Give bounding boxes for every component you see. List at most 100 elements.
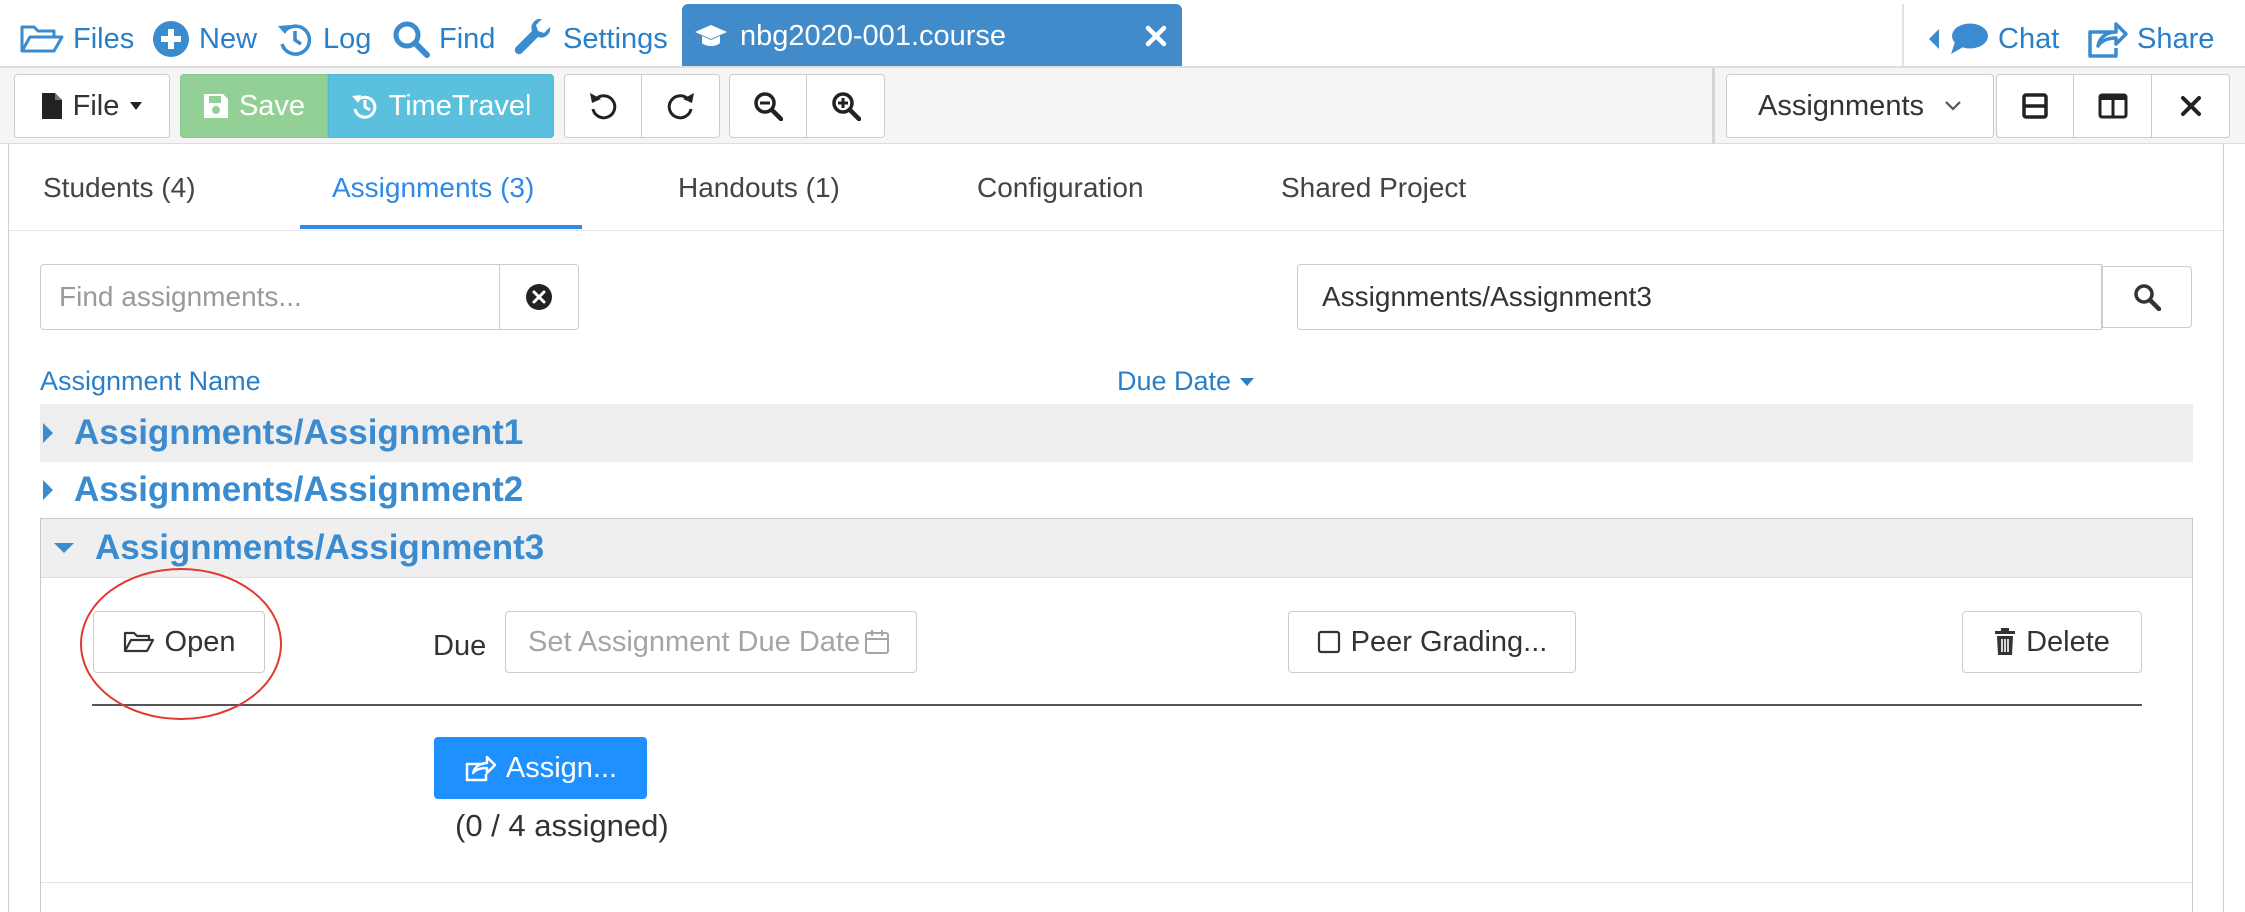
- due-date-input[interactable]: Set Assignment Due Date: [505, 611, 917, 673]
- nav-chat[interactable]: Chat: [1928, 14, 2059, 64]
- wrench-icon: [514, 19, 554, 59]
- nav-log-label: Log: [323, 22, 372, 55]
- tab-students[interactable]: Students (4): [43, 145, 196, 231]
- nav-divider: [1902, 4, 1904, 66]
- zoom-out-button[interactable]: [729, 74, 807, 138]
- assignment-row[interactable]: Assignments/Assignment1: [40, 404, 2193, 462]
- assignment-name: Assignments/Assignment1: [74, 413, 524, 452]
- nav-log[interactable]: Log: [276, 14, 371, 64]
- course-tabs: Students (4) Assignments (3) Handouts (1…: [9, 145, 2223, 231]
- open-button[interactable]: Open: [93, 611, 265, 673]
- sort-by-due-date-header[interactable]: Due Date: [1117, 366, 1255, 397]
- active-tab-indicator: [300, 225, 582, 229]
- assignment-name: Assignments/Assignment3: [95, 528, 545, 567]
- toolbar: File Save TimeTravel Assignments: [0, 68, 2245, 144]
- undo-button[interactable]: [564, 74, 642, 138]
- close-frame-button[interactable]: [2152, 74, 2230, 138]
- zoom-in-icon: [831, 91, 861, 121]
- top-nav: Files New Log Find Settings nbg2020-001.…: [0, 0, 2245, 68]
- delete-button-label: Delete: [2026, 625, 2110, 658]
- split-vertical-icon: [2098, 93, 2128, 119]
- assignment-name-header-label: Assignment Name: [40, 366, 261, 396]
- caret-right-icon: [42, 479, 54, 501]
- save-button[interactable]: Save: [180, 74, 328, 138]
- open-button-label: Open: [164, 625, 236, 658]
- due-label: Due: [433, 630, 487, 662]
- due-date-placeholder: Set Assignment Due Date: [528, 625, 861, 658]
- checkbox-icon: [1317, 630, 1341, 654]
- timetravel-button-label: TimeTravel: [388, 89, 532, 122]
- share-square-icon: [464, 754, 496, 782]
- file-menu-label: File: [72, 89, 120, 122]
- caret-down-icon: [1239, 377, 1255, 387]
- nav-files[interactable]: Files: [20, 14, 134, 64]
- close-icon: [2180, 95, 2202, 117]
- due-date-header-label: Due Date: [1117, 366, 1232, 396]
- file-menu-button[interactable]: File: [14, 74, 170, 138]
- tab-configuration[interactable]: Configuration: [977, 145, 1144, 231]
- frame-type-select-label: Assignments: [1757, 89, 1924, 122]
- caret-right-icon: [42, 422, 54, 444]
- expanded-assignment-card: Assignments/Assignment3: [40, 518, 2193, 912]
- times-circle-icon: [525, 283, 553, 311]
- peer-grading-label: Peer Grading...: [1350, 625, 1548, 658]
- assigned-status: (0 / 4 assigned): [455, 808, 669, 843]
- search-icon: [392, 20, 430, 58]
- nav-share[interactable]: Share: [2086, 14, 2214, 64]
- tab-assignments[interactable]: Assignments (3): [332, 145, 534, 231]
- toolbar-divider: [1712, 68, 1715, 144]
- find-assignments-input[interactable]: [40, 264, 500, 330]
- history-icon: [276, 20, 314, 58]
- caret-left-icon: [1928, 28, 1940, 50]
- tab-shared-project[interactable]: Shared Project: [1281, 145, 1466, 231]
- frame-type-select[interactable]: Assignments: [1726, 74, 1994, 138]
- zoom-in-button[interactable]: [807, 74, 885, 138]
- split-horizontal-button[interactable]: [1996, 74, 2074, 138]
- section-divider: [92, 704, 2142, 706]
- nav-settings-label: Settings: [563, 22, 668, 55]
- close-tab-icon[interactable]: [1140, 20, 1172, 52]
- timetravel-button[interactable]: TimeTravel: [328, 74, 554, 138]
- open-file-tab-label: nbg2020-001.course: [740, 19, 1007, 52]
- delete-button[interactable]: Delete: [1962, 611, 2142, 673]
- trash-icon: [1994, 628, 2016, 656]
- redo-button[interactable]: [642, 74, 720, 138]
- nav-find[interactable]: Find: [392, 14, 495, 64]
- split-horizontal-icon: [2022, 93, 2048, 119]
- assignment-row[interactable]: Assignments/Assignment2: [40, 461, 2193, 519]
- file-icon: [41, 92, 63, 120]
- folder-open-icon: [20, 23, 64, 55]
- search-icon: [2133, 283, 2161, 311]
- clear-search-button[interactable]: [500, 264, 579, 330]
- caret-down-icon: [53, 542, 75, 554]
- nav-new[interactable]: New: [152, 14, 257, 64]
- caret-down-icon: [129, 101, 143, 111]
- sort-by-name-header[interactable]: Assignment Name: [40, 366, 261, 397]
- assignment-name: Assignments/Assignment2: [74, 470, 524, 509]
- folder-open-icon: [123, 630, 155, 654]
- chevron-down-icon: [1944, 100, 1962, 112]
- assignment-path-input[interactable]: [1297, 264, 2102, 330]
- nav-files-label: Files: [73, 22, 135, 55]
- nav-find-label: Find: [439, 22, 496, 55]
- calendar-icon: [864, 629, 890, 655]
- open-file-tab[interactable]: nbg2020-001.course: [682, 4, 1182, 68]
- assign-button-label: Assign...: [505, 751, 618, 784]
- nav-share-label: Share: [2137, 22, 2215, 55]
- path-search-button[interactable]: [2102, 266, 2192, 328]
- tab-handouts[interactable]: Handouts (1): [678, 145, 840, 231]
- floppy-disk-icon: [203, 93, 229, 119]
- comment-icon: [1949, 22, 1989, 56]
- assignment-row-expanded[interactable]: Assignments/Assignment3: [41, 519, 2192, 578]
- nav-new-label: New: [199, 22, 258, 55]
- peer-grading-button[interactable]: Peer Grading...: [1288, 611, 1576, 673]
- assign-button[interactable]: Assign...: [434, 737, 647, 799]
- zoom-out-icon: [753, 91, 783, 121]
- undo-icon: [588, 91, 618, 121]
- history-icon: [351, 92, 379, 120]
- graduation-cap-icon: [694, 23, 728, 49]
- nav-settings[interactable]: Settings: [514, 14, 668, 64]
- redo-icon: [666, 91, 696, 121]
- split-vertical-button[interactable]: [2074, 74, 2152, 138]
- save-button-label: Save: [238, 89, 306, 122]
